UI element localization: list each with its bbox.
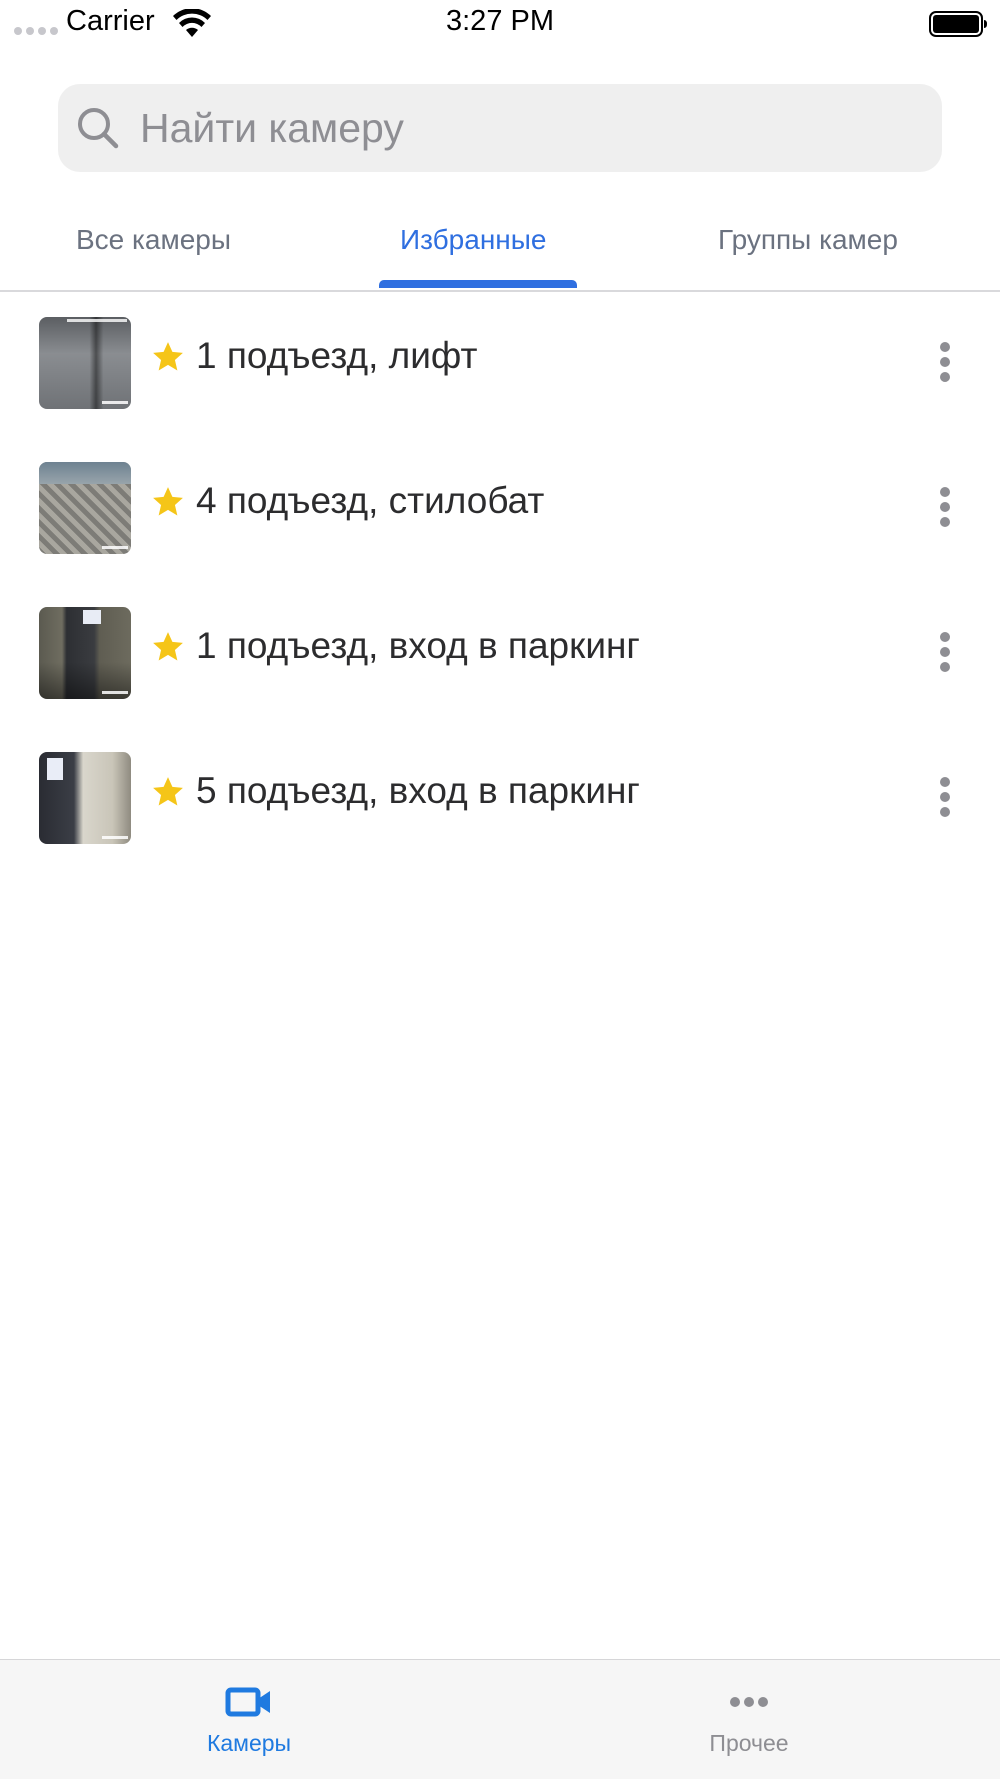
search-input[interactable] <box>130 84 940 172</box>
camera-thumbnail[interactable] <box>39 607 131 699</box>
camera-row[interactable]: 4 подъезд, стилобат <box>0 435 1000 580</box>
camera-thumbnail[interactable] <box>39 462 131 554</box>
camera-name: 4 подъезд, стилобат <box>196 480 545 521</box>
more-vertical-icon[interactable] <box>930 340 960 384</box>
star-icon[interactable] <box>151 630 185 664</box>
star-icon[interactable] <box>151 340 185 374</box>
more-vertical-icon[interactable] <box>930 485 960 529</box>
camera-name: 1 подъезд, лифт <box>196 335 478 376</box>
battery-icon <box>929 11 987 37</box>
bottom-tab-bar: Камеры Прочее <box>0 1659 1000 1779</box>
tab-all-cameras[interactable]: Все камеры <box>76 224 231 256</box>
star-icon[interactable] <box>151 775 185 809</box>
more-horizontal-icon <box>730 1697 768 1707</box>
more-vertical-icon[interactable] <box>930 775 960 819</box>
camera-thumbnail[interactable] <box>39 317 131 409</box>
camera-row[interactable]: 1 подъезд, лифт <box>0 290 1000 435</box>
search-icon <box>78 108 119 149</box>
tab-camera-groups[interactable]: Группы камер <box>718 224 898 256</box>
camera-list: 1 подъезд, лифт 4 подъезд, стилобат 1 по… <box>0 290 1000 870</box>
tab-favorites[interactable]: Избранные <box>400 224 546 256</box>
search-bar[interactable] <box>58 84 942 172</box>
tabbar-label-more: Прочее <box>709 1730 789 1756</box>
segment-tabs: Все камеры Избранные Группы камер <box>0 200 1000 292</box>
tabbar-item-cameras[interactable]: Камеры <box>149 1660 349 1779</box>
tabbar-item-more[interactable]: Прочее <box>649 1660 849 1779</box>
status-bar: Carrier 3:27 PM <box>0 0 1000 48</box>
tabbar-label-cameras: Камеры <box>206 1730 292 1756</box>
active-tab-indicator <box>379 280 577 288</box>
camera-row[interactable]: 1 подъезд, вход в паркинг <box>0 580 1000 725</box>
more-vertical-icon[interactable] <box>930 630 960 674</box>
camera-thumbnail[interactable] <box>39 752 131 844</box>
video-camera-icon <box>225 1687 270 1717</box>
camera-row[interactable]: 5 подъезд, вход в паркинг <box>0 725 1000 870</box>
camera-name: 5 подъезд, вход в паркинг <box>196 770 640 811</box>
clock: 3:27 PM <box>446 5 554 37</box>
star-icon[interactable] <box>151 485 185 519</box>
camera-name: 1 подъезд, вход в паркинг <box>196 625 640 666</box>
